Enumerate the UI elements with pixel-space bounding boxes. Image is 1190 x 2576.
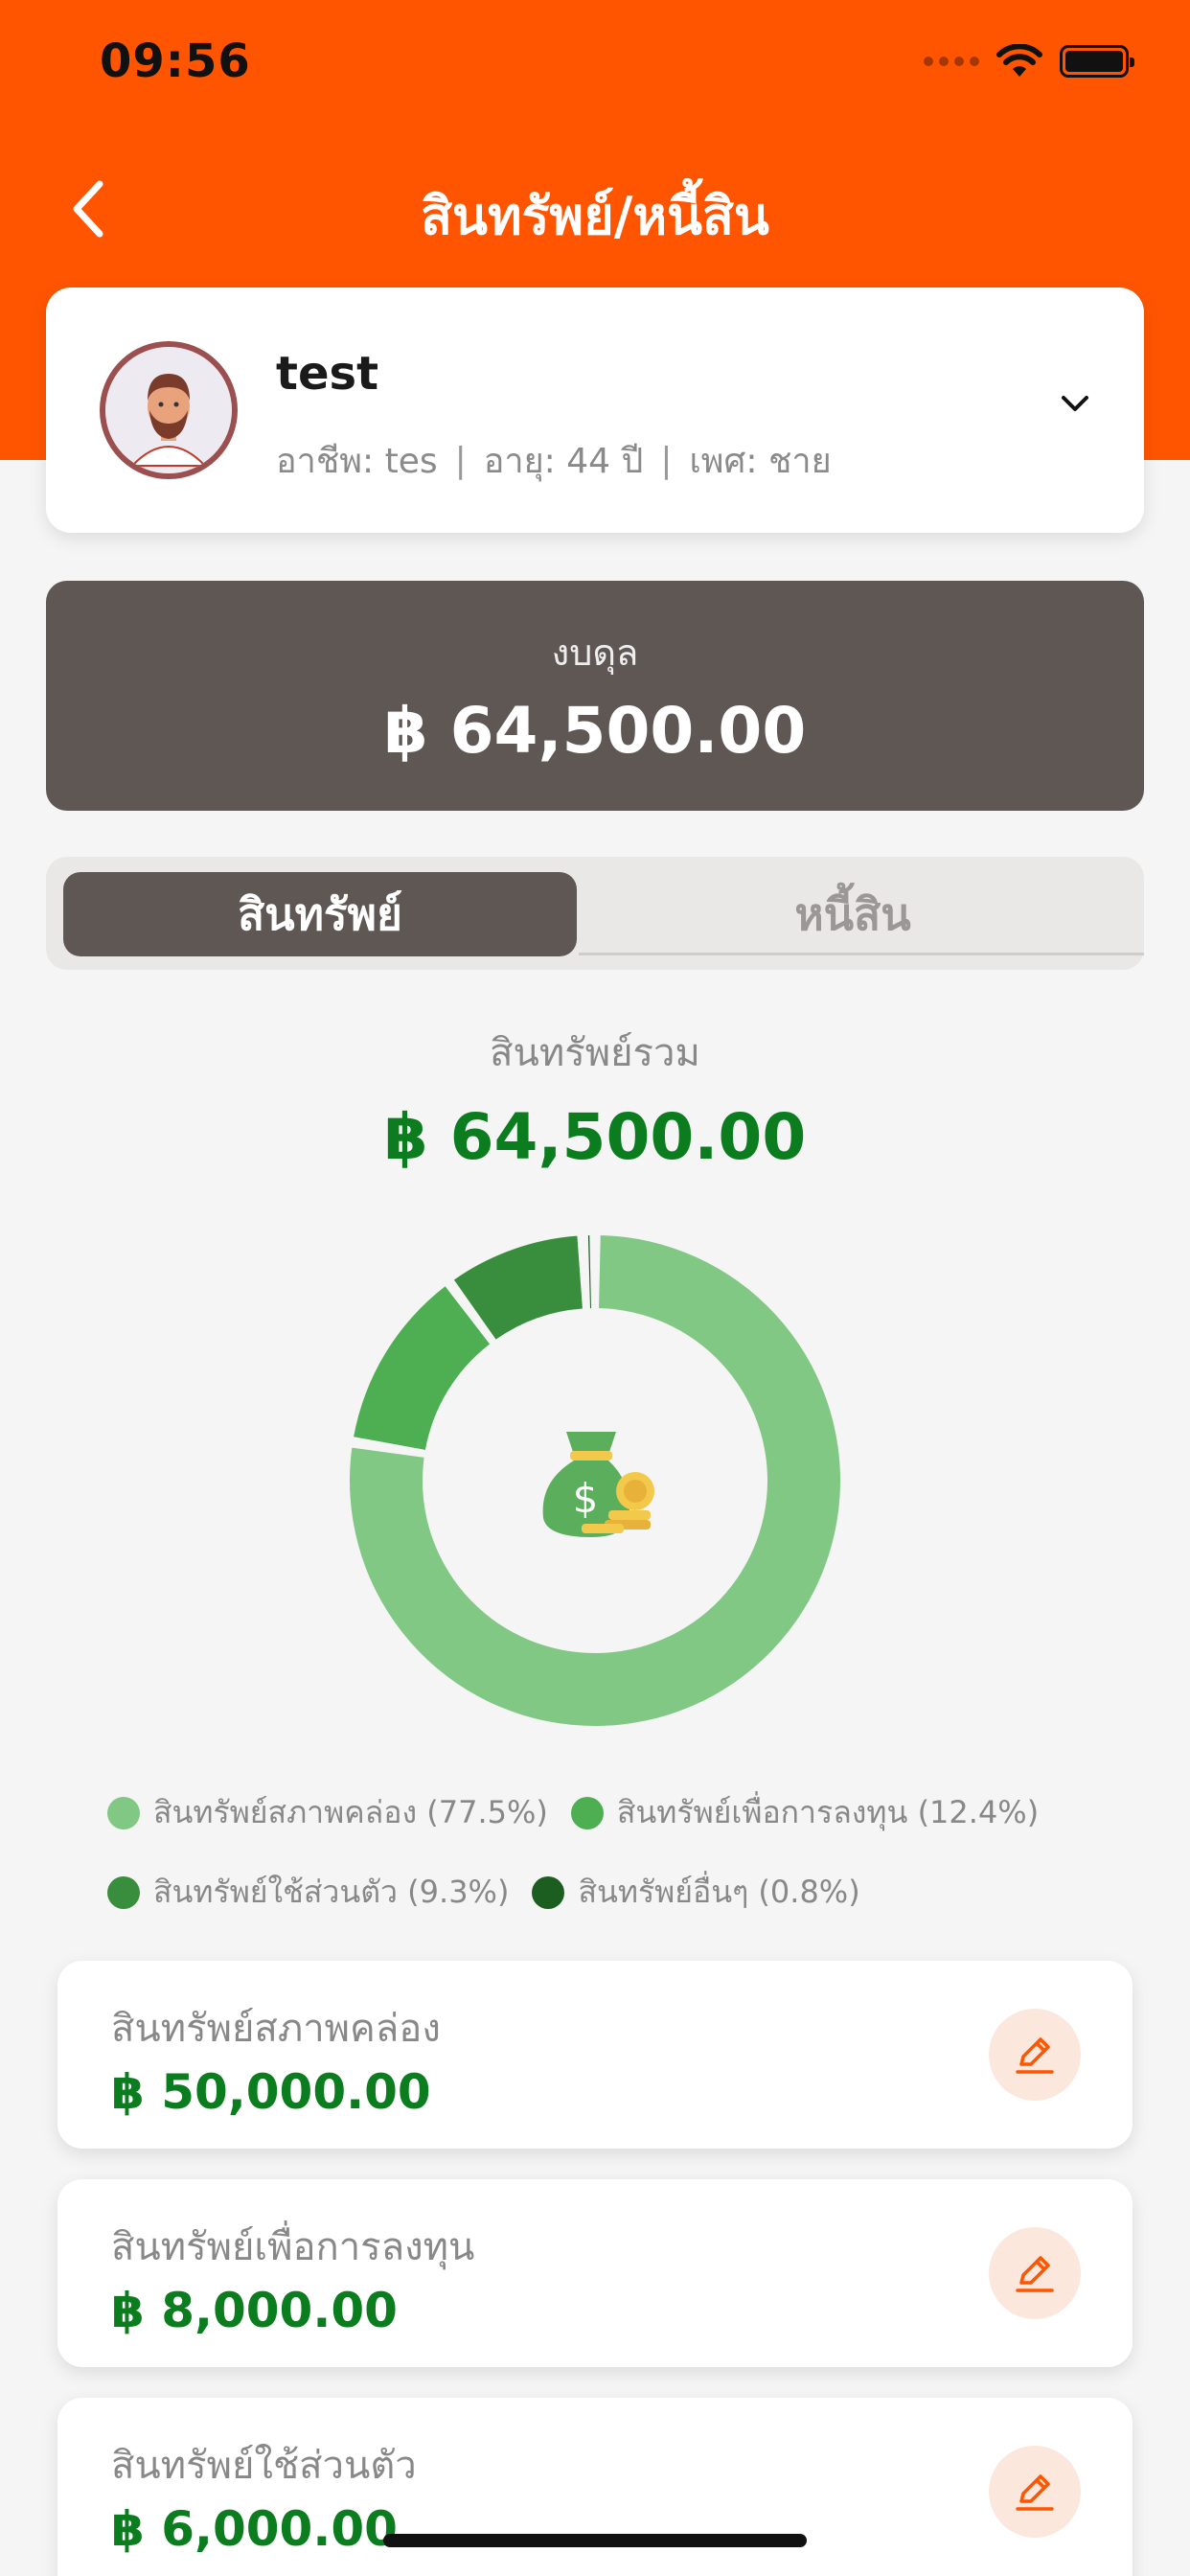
legend-dot [570,1796,604,1829]
legend-dot [532,1875,565,1909]
legend-item: สินทรัพย์อื่นๆ (0.8%) [532,1868,860,1917]
donut-segment-4 [587,1235,591,1309]
battery-icon [1060,45,1134,78]
asset-item-value: ฿ 8,000.00 [111,2283,398,2338]
asset-item-card: สินทรัพย์เพื่อการลงทุน ฿ 8,000.00 [57,2179,1133,2367]
asset-item-value: ฿ 50,000.00 [111,2064,431,2120]
donut-segment-2 [354,1286,491,1450]
balance-label: งบดุล [551,632,639,674]
legend-dot [107,1875,140,1909]
total-assets-value: ฿ 64,500.00 [383,1100,807,1174]
legend-item: สินทรัพย์เพื่อการลงทุน (12.4%) [570,1788,1040,1837]
pencil-icon [1016,2474,1054,2511]
chart-legend: สินทรัพย์สภาพคล่อง (77.5%) สินทรัพย์เพื่… [107,1788,1123,1947]
asset-item-label: สินทรัพย์เพื่อการลงทุน [111,2225,475,2269]
profile-details: อาชีพ: tes | อายุ: 44 ปี | เพศ: ชาย [276,433,832,488]
profile-card[interactable]: test อาชีพ: tes | อายุ: 44 ปี | เพศ: ชาย [46,288,1144,533]
balance-card: งบดุล ฿ 64,500.00 [46,581,1144,811]
age-text: อายุ: 44 ปี [483,442,644,481]
asset-item-label: สินทรัพย์ใช้ส่วนตัว [111,2444,417,2488]
legend-item: สินทรัพย์สภาพคล่อง (77.5%) [107,1788,548,1837]
segment-tabs: สินทรัพย์ หนี้สิน [46,857,1144,970]
separator: | [660,441,673,480]
tab-assets[interactable]: สินทรัพย์ [63,872,577,956]
home-indicator [383,2534,807,2547]
asset-item-card: สินทรัพย์สภาพคล่อง ฿ 50,000.00 [57,1961,1133,2149]
wifi-icon [996,44,1042,77]
nav-bar: สินทรัพย์/หนี้สิน [0,153,1190,259]
profile-name: test [276,347,379,401]
svg-text:$: $ [573,1475,599,1522]
status-icons [924,44,1134,79]
chevron-down-icon[interactable] [1060,393,1090,414]
asset-item-value: ฿ 6,000.00 [111,2501,398,2557]
edit-button[interactable] [989,2446,1081,2538]
legend-dot [107,1796,140,1829]
avatar [100,341,238,479]
legend-label: สินทรัพย์ใช้ส่วนตัว (9.3%) [153,1874,510,1910]
status-time: 09:56 [100,34,251,88]
page-title: สินทรัพย์/หนี้สิน [421,186,769,246]
legend-label: สินทรัพย์เพื่อการลงทุน (12.4%) [616,1794,1040,1830]
separator: | [454,441,467,480]
tab-liabilities[interactable]: หนี้สิน [579,872,1127,956]
occupation-text: อาชีพ: tes [276,442,438,481]
balance-value: ฿ 64,500.00 [383,694,807,768]
money-bag-icon: $ [542,1432,654,1537]
pencil-icon [1016,2037,1054,2074]
legend-item: สินทรัพย์ใช้ส่วนตัว (9.3%) [107,1868,509,1917]
asset-item-label: สินทรัพย์สภาพคล่อง [111,2007,441,2051]
status-bar: 09:56 [0,0,1190,134]
asset-item-card: สินทรัพย์ใช้ส่วนตัว ฿ 6,000.00 [57,2398,1133,2576]
edit-button[interactable] [989,2009,1081,2101]
edit-button[interactable] [989,2227,1081,2319]
pencil-icon [1016,2256,1054,2292]
legend-label: สินทรัพย์สภาพคล่อง (77.5%) [153,1794,548,1830]
gender-text: เพศ: ชาย [689,442,832,481]
legend-label: สินทรัพย์อื่นๆ (0.8%) [578,1874,860,1910]
signal-icon [924,57,979,66]
total-assets-label: สินทรัพย์รวม [490,1031,700,1075]
